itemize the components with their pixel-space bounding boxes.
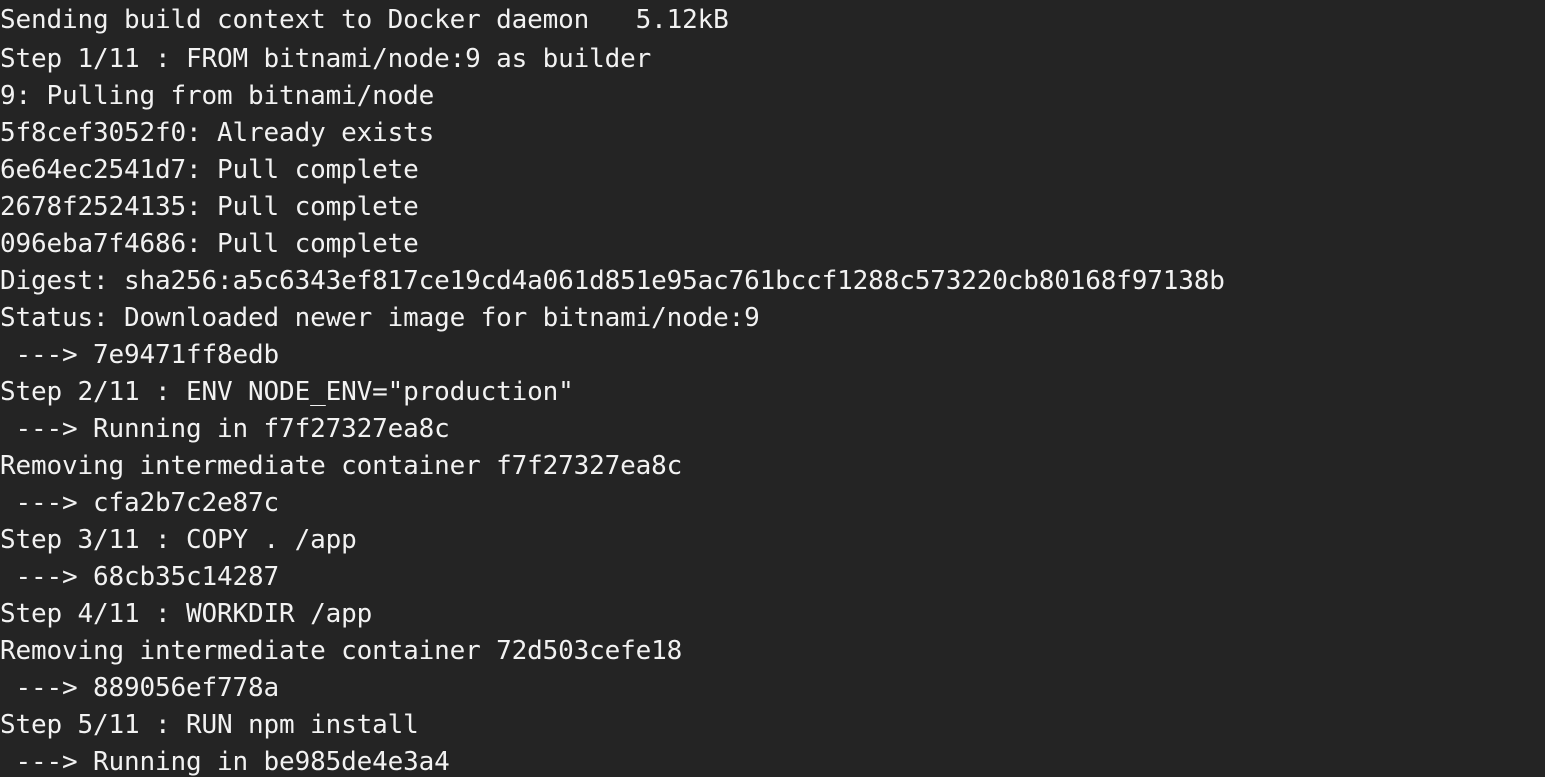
terminal-line: Step 2/11 : ENV NODE_ENV="production" <box>0 374 1545 411</box>
terminal-output[interactable]: Sending build context to Docker daemon 5… <box>0 0 1545 777</box>
terminal-line: ---> 7e9471ff8edb <box>0 337 1545 374</box>
terminal-line: Step 4/11 : WORKDIR /app <box>0 596 1545 633</box>
terminal-line: Step 5/11 : RUN npm install <box>0 707 1545 744</box>
terminal-line: Sending build context to Docker daemon 5… <box>0 0 1545 41</box>
terminal-line: Step 1/11 : FROM bitnami/node:9 as build… <box>0 41 1545 78</box>
terminal-line: ---> cfa2b7c2e87c <box>0 485 1545 522</box>
terminal-line: Removing intermediate container f7f27327… <box>0 448 1545 485</box>
terminal-line: 2678f2524135: Pull complete <box>0 189 1545 226</box>
terminal-line: 9: Pulling from bitnami/node <box>0 78 1545 115</box>
terminal-line: 5f8cef3052f0: Already exists <box>0 115 1545 152</box>
terminal-line: 6e64ec2541d7: Pull complete <box>0 152 1545 189</box>
terminal-line: 096eba7f4686: Pull complete <box>0 226 1545 263</box>
terminal-line: Step 3/11 : COPY . /app <box>0 522 1545 559</box>
terminal-line: Digest: sha256:a5c6343ef817ce19cd4a061d8… <box>0 263 1545 300</box>
terminal-line: Status: Downloaded newer image for bitna… <box>0 300 1545 337</box>
terminal-line: Removing intermediate container 72d503ce… <box>0 633 1545 670</box>
terminal-line: ---> Running in be985de4e3a4 <box>0 744 1545 777</box>
terminal-line: ---> 68cb35c14287 <box>0 559 1545 596</box>
terminal-line: ---> Running in f7f27327ea8c <box>0 411 1545 448</box>
terminal-line: ---> 889056ef778a <box>0 670 1545 707</box>
